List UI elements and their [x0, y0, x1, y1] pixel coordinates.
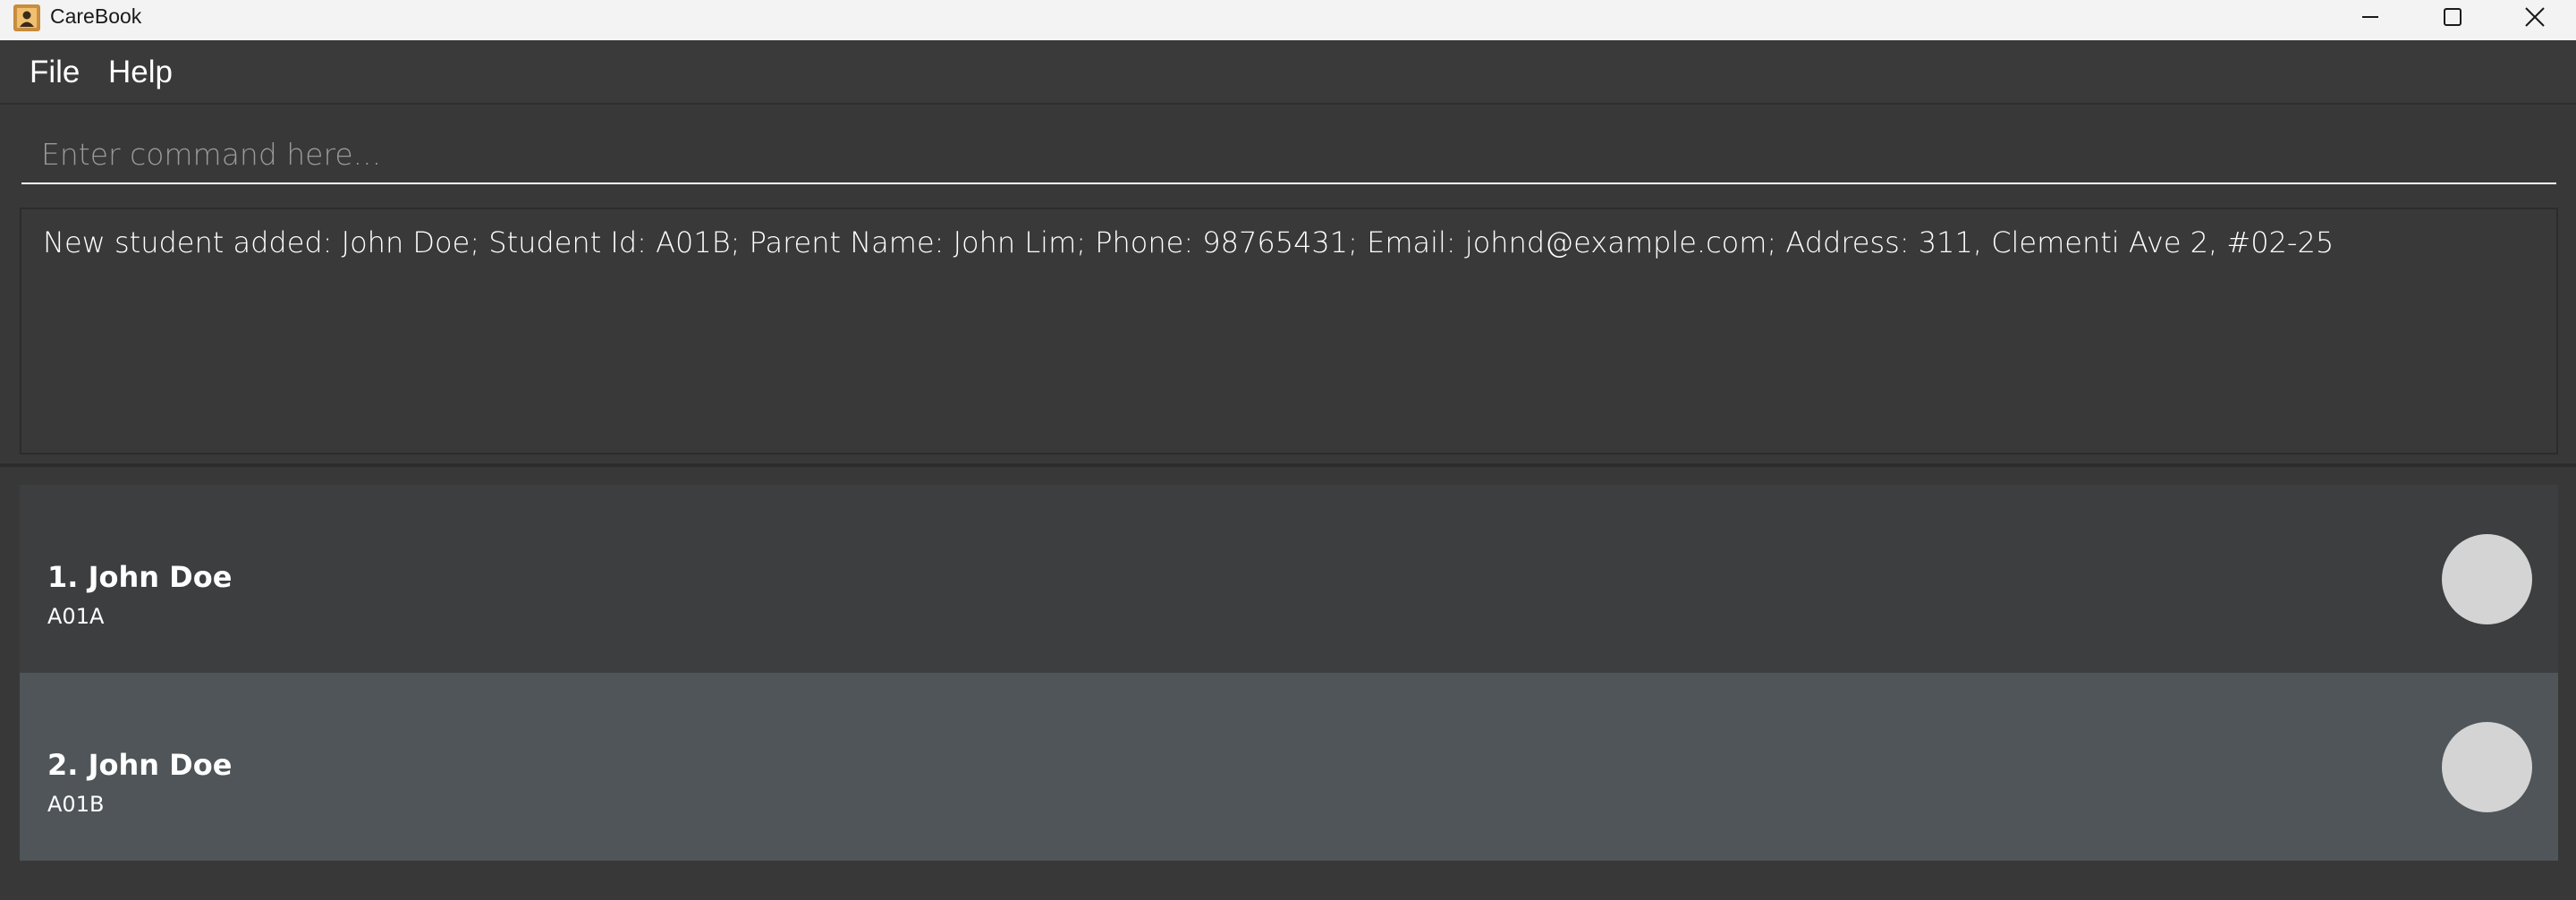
command-input[interactable]	[21, 125, 2556, 184]
menu-help[interactable]: Help	[108, 40, 173, 105]
close-icon	[2525, 6, 2545, 27]
minimize-icon	[2362, 15, 2378, 18]
command-box	[0, 106, 2576, 196]
student-card[interactable]: 1. John Doe A01A	[20, 485, 2558, 673]
maximize-button[interactable]	[2411, 0, 2494, 33]
close-button[interactable]	[2494, 0, 2576, 33]
result-display: New student added: John Doe; Student Id:…	[0, 198, 2576, 466]
student-card-selected[interactable]: 2. John Doe A01B	[20, 673, 2558, 861]
student-name: 2. John Doe	[47, 748, 233, 782]
contact-book-icon	[13, 4, 40, 31]
student-id: A01A	[47, 604, 105, 629]
avatar	[2442, 534, 2532, 624]
menu-file[interactable]: File	[30, 40, 80, 105]
avatar	[2442, 722, 2532, 812]
result-message[interactable]: New student added: John Doe; Student Id:…	[20, 208, 2558, 454]
student-list: 1. John Doe A01A 2. John Doe A01B	[0, 467, 2576, 900]
window-title: CareBook	[50, 4, 142, 28]
window-titlebar: CareBook	[0, 0, 2576, 40]
student-id: A01B	[47, 792, 105, 817]
maximize-icon	[2444, 7, 2462, 26]
menu-bar: File Help	[0, 40, 2576, 105]
minimize-button[interactable]	[2329, 0, 2411, 33]
student-name: 1. John Doe	[47, 560, 233, 594]
